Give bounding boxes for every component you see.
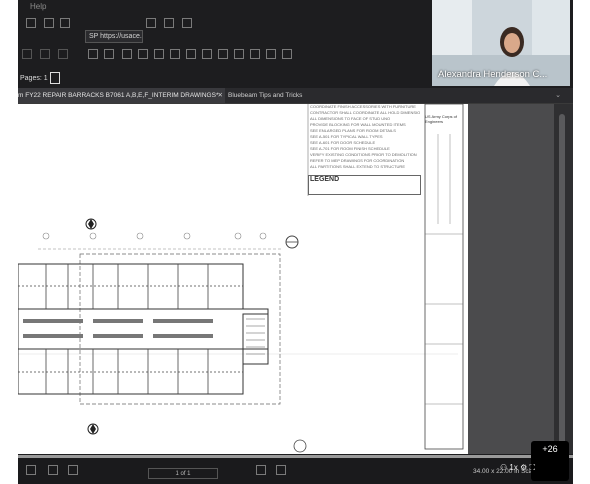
measure-icon[interactable] — [122, 49, 132, 59]
menu-help[interactable]: Help — [30, 2, 46, 11]
playback-speed[interactable]: 1x — [509, 463, 517, 472]
drawing-viewer[interactable]: COORDINATE FINISH ACCESSORIES WITH FURNI… — [18, 104, 468, 454]
canvas-background — [468, 104, 554, 454]
select-icon[interactable] — [88, 49, 98, 59]
toolbar-markup — [18, 44, 433, 64]
undo-icon[interactable] — [22, 49, 32, 59]
tab-label: m FY22 REPAIR BARRACKS B7061 A,B,E,F_INT… — [18, 92, 219, 99]
filter-icon[interactable] — [164, 18, 174, 28]
snapshot-icon[interactable] — [138, 49, 148, 59]
crop-icon[interactable] — [154, 49, 164, 59]
fullscreen-icon[interactable]: ⛶ — [530, 463, 536, 472]
settings-icon[interactable]: ⚙ — [520, 463, 527, 472]
tab-bluebeam-tips[interactable]: Bluebeam Tips and Tricks — [228, 88, 318, 103]
vertical-scrollbar[interactable] — [554, 104, 573, 454]
video-progress-bar[interactable] — [18, 455, 573, 458]
angle-icon[interactable] — [266, 49, 276, 59]
menu-bar: Help — [18, 0, 433, 14]
search-icon[interactable] — [26, 18, 36, 28]
people-icon[interactable]: ⚇ — [500, 463, 507, 472]
toolbar-top: SP https://usace... — [18, 14, 433, 43]
highlight-icon[interactable] — [250, 49, 260, 59]
url-field[interactable]: SP https://usace... — [85, 30, 143, 43]
chevron-down-icon[interactable]: ⌄ — [555, 88, 561, 103]
participant-name: Alexandra Henderson C... — [438, 69, 548, 80]
page-thumbnail-icon[interactable] — [50, 72, 60, 84]
callout-icon[interactable] — [202, 49, 212, 59]
grid-icon[interactable] — [26, 465, 36, 475]
text-box-icon[interactable] — [186, 49, 196, 59]
tab-label: Bluebeam Tips and Tricks — [228, 92, 303, 99]
legend-title: LEGEND — [310, 176, 340, 183]
participant-video[interactable]: Alexandra Henderson C... — [432, 0, 570, 86]
note-line: ALL PARTITIONS SHALL EXTEND TO STRUCTURE — [310, 164, 405, 169]
cloud-icon[interactable] — [234, 49, 244, 59]
page-indicator[interactable]: 1 of 1 — [148, 468, 218, 479]
participants-overflow[interactable]: +26 — [531, 441, 569, 481]
participant-count: +26 — [542, 444, 558, 454]
redo-icon[interactable] — [40, 49, 50, 59]
tab-interim-drawings[interactable]: m FY22 REPAIR BARRACKS B7061 A,B,E,F_INT… — [18, 88, 225, 103]
stamp-icon[interactable] — [170, 49, 180, 59]
scrollbar-thumb[interactable] — [559, 114, 565, 444]
pan-icon[interactable] — [104, 49, 114, 59]
shape-icon[interactable] — [218, 49, 228, 59]
zoom-icon[interactable] — [68, 465, 78, 475]
tag-icon[interactable] — [182, 18, 192, 28]
link-icon[interactable] — [282, 49, 292, 59]
split-view-icon[interactable] — [276, 465, 286, 475]
refresh-icon[interactable] — [60, 18, 70, 28]
print-icon[interactable] — [58, 49, 68, 59]
chevron-down-icon[interactable] — [146, 18, 156, 28]
pages-panel-header: Pages: 1 — [18, 68, 433, 88]
sync-icon[interactable] — [256, 465, 266, 475]
playback-controls: ⚇ 1x ⚙ ⛶ — [500, 463, 535, 473]
home-icon[interactable] — [44, 18, 54, 28]
close-icon[interactable]: ✕ — [218, 88, 223, 103]
document-tabs: m FY22 REPAIR BARRACKS B7061 A,B,E,F_INT… — [18, 88, 573, 104]
title-block-agency: US Army Corps of Engineers — [425, 114, 458, 124]
snap-icon[interactable] — [48, 465, 58, 475]
pages-label: Pages: 1 — [20, 75, 48, 82]
